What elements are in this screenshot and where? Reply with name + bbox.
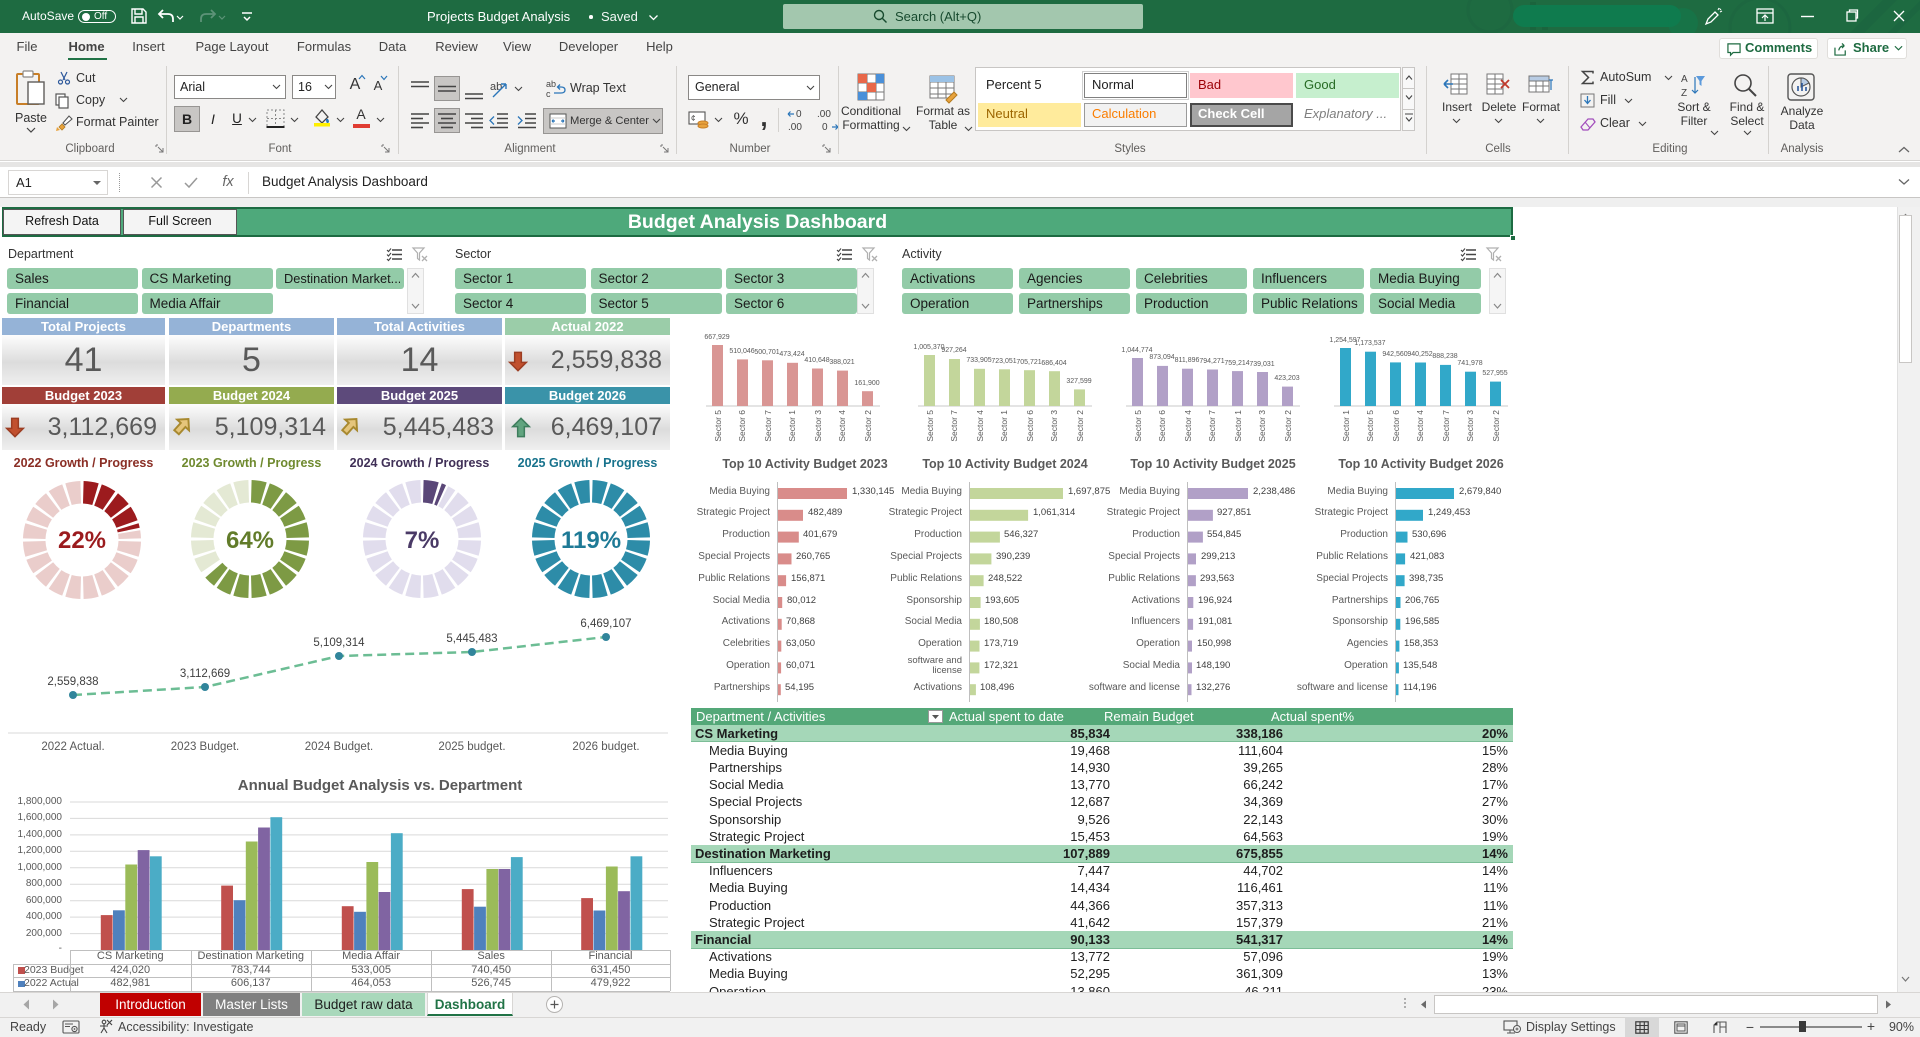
svg-text:.00: .00 — [788, 122, 802, 133]
svg-text:Z: Z — [1681, 88, 1687, 99]
svg-text:0: 0 — [822, 122, 828, 133]
svg-text:A: A — [1681, 74, 1688, 85]
svg-text:.00: .00 — [817, 109, 831, 120]
svg-text:0: 0 — [796, 109, 802, 120]
